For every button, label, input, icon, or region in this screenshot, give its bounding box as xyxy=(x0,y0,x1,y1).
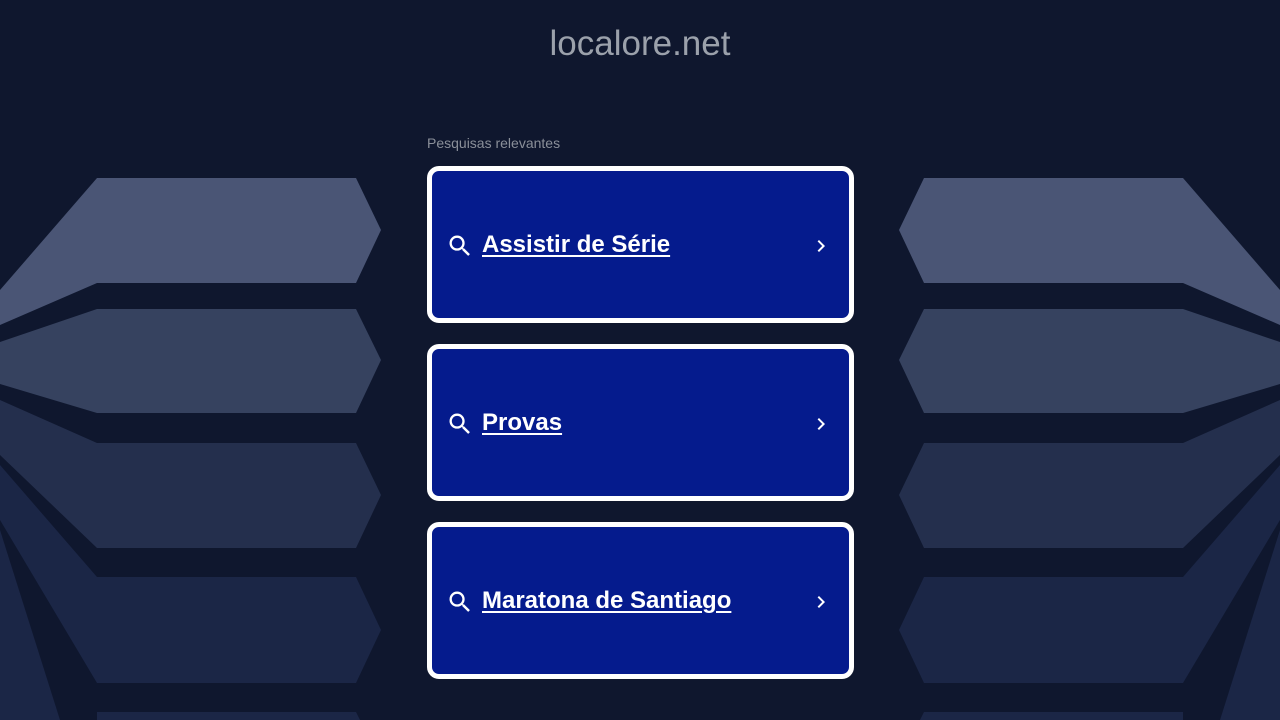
search-icon xyxy=(449,235,470,256)
result-card-2[interactable]: Provas xyxy=(427,344,854,501)
chevron-right-icon xyxy=(817,596,825,608)
result-link[interactable]: Maratona de Santiago xyxy=(482,587,731,615)
chevron-right-icon xyxy=(817,418,825,430)
result-link[interactable]: Assistir de Série xyxy=(482,231,670,259)
result-link[interactable]: Provas xyxy=(482,409,562,437)
site-title: localore.net xyxy=(549,24,731,63)
search-icon xyxy=(449,591,470,612)
result-card-1[interactable]: Assistir de Série xyxy=(427,166,854,323)
search-icon xyxy=(449,413,470,434)
result-card-3[interactable]: Maratona de Santiago xyxy=(427,522,854,679)
chevron-right-icon xyxy=(817,240,825,252)
section-label: Pesquisas relevantes xyxy=(427,135,561,151)
